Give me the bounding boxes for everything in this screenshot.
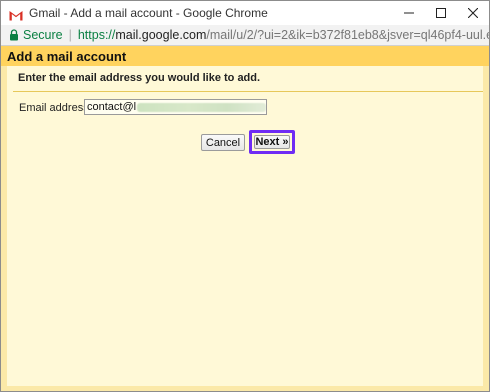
secure-label: Secure <box>23 28 63 42</box>
address-bar[interactable]: Secure | https:// mail.google.com /mail/… <box>1 25 489 46</box>
close-button[interactable] <box>457 1 489 25</box>
url-scheme: https:// <box>77 28 116 42</box>
minimize-icon <box>404 6 414 21</box>
url-host: mail.google.com <box>115 28 207 42</box>
gmail-icon <box>9 8 23 21</box>
browser-window: Gmail - Add a mail account - Google Chro… <box>0 0 490 392</box>
minimize-button[interactable] <box>393 1 425 25</box>
email-label: Email address: <box>19 102 92 114</box>
window-controls <box>393 1 489 25</box>
url-path: /mail/u/2/?ui=2&ik=b372f81eb8&jsver=ql46… <box>206 28 489 42</box>
maximize-icon <box>436 6 446 21</box>
maximize-button[interactable] <box>425 1 457 25</box>
address-separator: | <box>68 28 72 42</box>
window-title: Gmail - Add a mail account - Google Chro… <box>29 6 268 20</box>
next-button[interactable]: Next » <box>254 135 290 149</box>
redacted-email-domain <box>137 102 266 112</box>
cancel-button[interactable]: Cancel <box>201 134 245 151</box>
close-icon <box>467 6 479 21</box>
lock-icon <box>9 29 19 41</box>
divider <box>13 91 483 92</box>
dialog-header: Add a mail account <box>1 46 489 66</box>
instruction-text: Enter the email address you would like t… <box>18 72 261 84</box>
next-button-highlight: Next » <box>249 130 295 154</box>
email-field[interactable]: contact@l <box>84 99 267 115</box>
dialog-content: Enter the email address you would like t… <box>7 66 483 386</box>
email-value: contact@l <box>87 101 137 113</box>
title-bar: Gmail - Add a mail account - Google Chro… <box>1 1 489 25</box>
page-title: Add a mail account <box>7 48 127 64</box>
